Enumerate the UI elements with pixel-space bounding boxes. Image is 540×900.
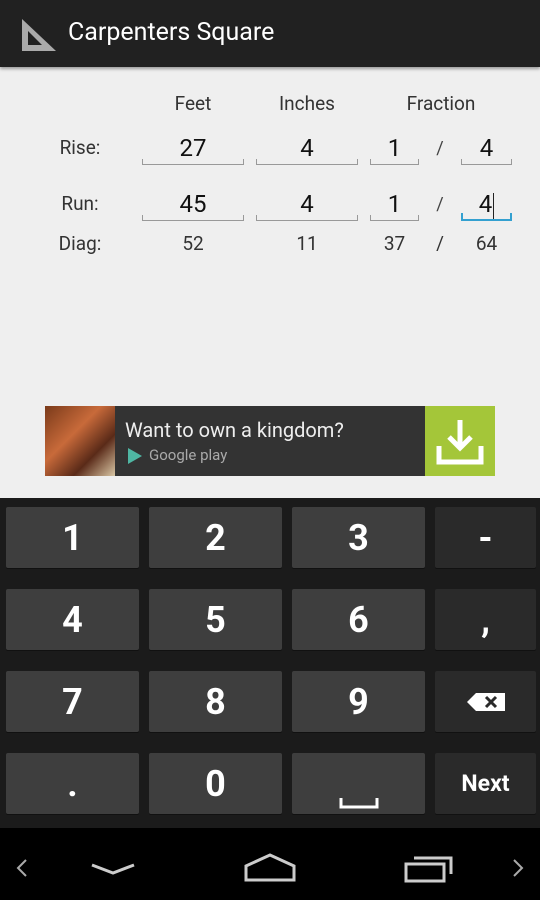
key-label: 4: [62, 598, 83, 641]
diag-label: Diag:: [58, 232, 102, 255]
rise-slash: /: [436, 138, 444, 159]
chevron-right-icon[interactable]: [510, 858, 526, 878]
rise-feet-input[interactable]: 27: [142, 133, 244, 165]
key-label: 0: [205, 762, 226, 805]
run-denominator-value: 4: [478, 190, 493, 218]
ad-download-button[interactable]: [425, 406, 495, 476]
key-label: 1: [62, 516, 83, 559]
key-space[interactable]: [292, 753, 425, 814]
back-icon[interactable]: [90, 862, 136, 876]
run-feet-input[interactable]: 45: [142, 189, 244, 221]
key-label: Next: [461, 770, 510, 797]
key-period[interactable]: .: [6, 753, 139, 814]
backspace-icon: [466, 692, 505, 711]
key-9[interactable]: 9: [292, 671, 425, 732]
run-inches-input[interactable]: 4: [256, 189, 358, 221]
diag-slash: /: [436, 232, 444, 255]
key-7[interactable]: 7: [6, 671, 139, 732]
home-icon[interactable]: [243, 852, 297, 884]
diag-denominator: 64: [475, 232, 498, 255]
key-label: ,: [481, 598, 490, 641]
diag-inches: 11: [296, 232, 318, 255]
key-comma[interactable]: ,: [435, 589, 536, 650]
diag-feet: 52: [182, 232, 204, 255]
key-label: .: [67, 762, 78, 805]
key-next[interactable]: Next: [435, 753, 536, 814]
run-label: Run:: [61, 192, 99, 215]
key-label: -: [478, 516, 493, 559]
app-title: Carpenters Square: [68, 18, 275, 47]
ad-image: [45, 406, 115, 476]
key-8[interactable]: 8: [149, 671, 282, 732]
key-2[interactable]: 2: [149, 507, 282, 568]
key-label: 6: [348, 598, 369, 641]
run-slash: /: [436, 194, 444, 215]
recent-apps-icon[interactable]: [404, 854, 454, 884]
set-square-icon: [22, 19, 56, 51]
header-fraction: Fraction: [406, 92, 476, 115]
diag-numerator: 37: [383, 232, 406, 255]
navigation-bar: [0, 828, 540, 900]
run-denominator-input[interactable]: 4: [461, 189, 512, 221]
rise-numerator-input[interactable]: 1: [370, 133, 419, 165]
rise-denominator-input[interactable]: 4: [461, 133, 512, 165]
key-label: 2: [205, 516, 226, 559]
key-label: 7: [62, 680, 83, 723]
key-1[interactable]: 1: [6, 507, 139, 568]
ad-banner[interactable]: Want to own a kingdom? Google play: [45, 406, 495, 476]
key-6[interactable]: 6: [292, 589, 425, 650]
rise-label: Rise:: [59, 136, 101, 159]
key-minus[interactable]: -: [435, 507, 536, 568]
header-feet: Feet: [174, 92, 212, 115]
key-label: 8: [205, 680, 226, 723]
key-label: 5: [205, 598, 226, 641]
key-4[interactable]: 4: [6, 589, 139, 650]
key-3[interactable]: 3: [292, 507, 425, 568]
text-caret: [493, 192, 495, 219]
rise-inches-input[interactable]: 4: [256, 133, 358, 165]
action-bar: Carpenters Square: [0, 0, 540, 67]
header-inches: Inches: [279, 92, 335, 115]
key-0[interactable]: 0: [149, 753, 282, 814]
key-label: 9: [348, 680, 369, 723]
download-icon: [436, 420, 484, 465]
space-icon: [339, 798, 378, 809]
key-label: 3: [348, 516, 369, 559]
run-numerator-input[interactable]: 1: [370, 189, 419, 221]
key-5[interactable]: 5: [149, 589, 282, 650]
play-store-icon: [128, 448, 142, 464]
ad-text: Want to own a kingdom?: [125, 418, 344, 442]
chevron-left-icon[interactable]: [14, 858, 30, 878]
key-backspace[interactable]: [435, 671, 536, 732]
google-play-label: Google play: [149, 446, 228, 464]
